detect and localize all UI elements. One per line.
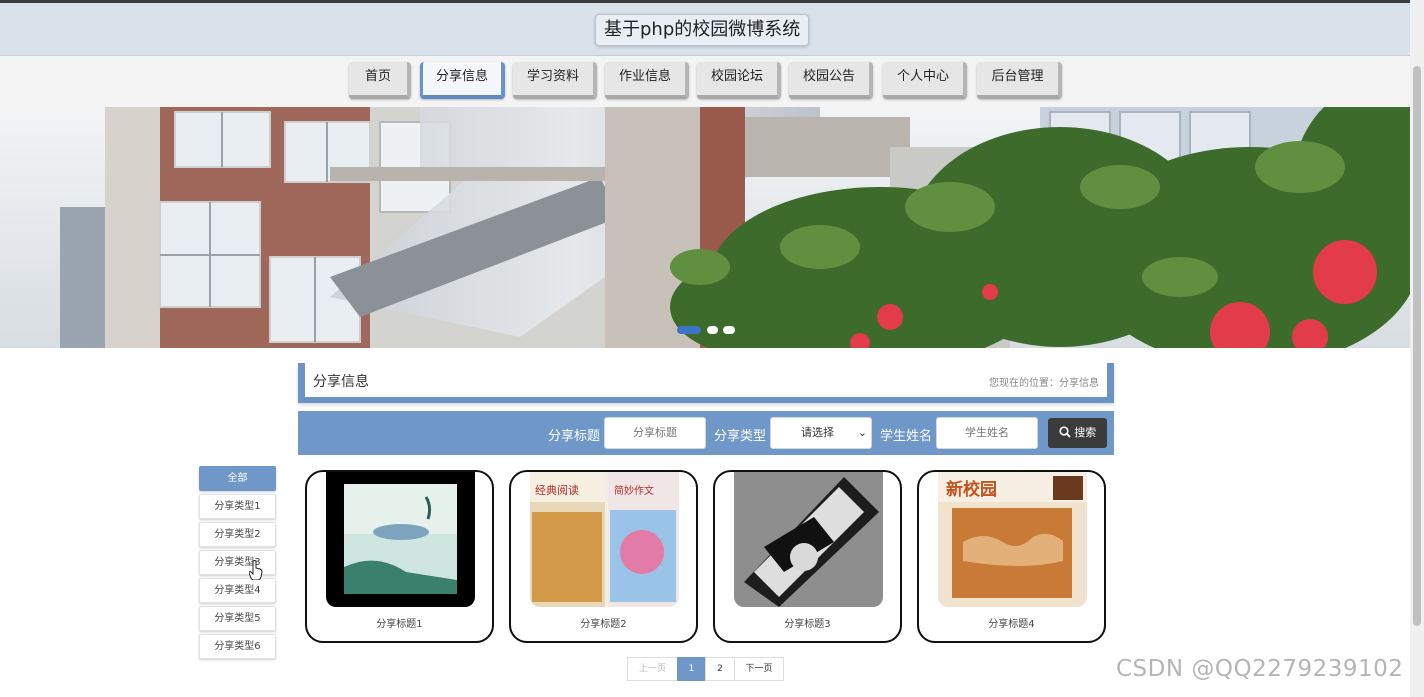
page-scrollbar[interactable] — [1410, 0, 1424, 697]
magazine-cover-3 — [734, 472, 883, 607]
search-button-label: 搜索 — [1074, 426, 1097, 439]
nav-item-study-materials[interactable]: 学习资料 — [513, 62, 597, 99]
carousel-dot-1[interactable] — [677, 326, 701, 334]
nav-item-homework[interactable]: 作业信息 — [605, 62, 689, 99]
main-nav: 首页 分享信息 学习资料 作业信息 校园论坛 校园公告 个人中心 后台管理 — [0, 56, 1410, 107]
share-card-1[interactable]: 分享标题1 — [305, 470, 494, 643]
search-button[interactable]: 搜索 — [1048, 418, 1107, 448]
nav-item-home[interactable]: 首页 — [349, 62, 411, 99]
pagination-page-2[interactable]: 2 — [705, 657, 735, 681]
category-all[interactable]: 全部 — [199, 466, 276, 491]
campus-photo — [0, 107, 1410, 348]
search-icon — [1059, 426, 1071, 438]
nav-item-forum[interactable]: 校园论坛 — [697, 62, 781, 99]
magazine-cover-4: 新校园 — [938, 472, 1087, 607]
share-type-select[interactable]: 请选择 ⌄ — [770, 417, 872, 449]
share-card-caption: 分享标题3 — [784, 619, 831, 630]
carousel-dot-3[interactable] — [723, 326, 735, 334]
nav-item-admin[interactable]: 后台管理 — [977, 62, 1062, 99]
carousel-banner[interactable] — [0, 107, 1410, 348]
category-type-3[interactable]: 分享类型3 — [199, 550, 276, 575]
scrollbar-thumb[interactable] — [1413, 66, 1421, 626]
category-type-6[interactable]: 分享类型6 — [199, 634, 276, 659]
pagination-page-1[interactable]: 1 — [677, 657, 706, 681]
section-title-panel: 分享信息 您现在的位置：分享信息 — [298, 363, 1114, 403]
share-type-selected: 请选择 — [801, 426, 834, 439]
nav-item-share[interactable]: 分享信息 — [420, 62, 505, 99]
category-type-5[interactable]: 分享类型5 — [199, 606, 276, 631]
share-card-2[interactable]: 经典阅读 简妙作文 分享标题2 — [509, 470, 698, 643]
site-title: 基于php的校园微博系统 — [595, 14, 810, 46]
student-name-input[interactable]: 学生姓名 — [936, 417, 1038, 449]
share-card-caption: 分享标题4 — [988, 619, 1035, 630]
share-type-label: 分享类型 — [714, 429, 767, 444]
svg-text:新校园: 新校园 — [946, 479, 997, 500]
pagination-prev[interactable]: 上一页 — [627, 657, 678, 681]
share-card-3[interactable]: 分享标题3 — [713, 470, 902, 643]
watermark: CSDN @QQ2279239102 — [1116, 656, 1404, 682]
nav-item-notices[interactable]: 校园公告 — [789, 62, 873, 99]
share-card-caption: 分享标题1 — [376, 619, 423, 630]
site-header: 基于php的校园微博系统 — [0, 3, 1410, 56]
chevron-down-icon: ⌄ — [857, 426, 867, 439]
svg-text:经典阅读: 经典阅读 — [535, 483, 579, 497]
pagination-next[interactable]: 下一页 — [734, 657, 784, 681]
section-title: 分享信息 — [313, 374, 369, 390]
nav-item-profile[interactable]: 个人中心 — [883, 62, 967, 99]
share-card-4[interactable]: 新校园 分享标题4 — [917, 470, 1106, 643]
hand-cursor-icon — [249, 560, 263, 580]
category-type-2[interactable]: 分享类型2 — [199, 522, 276, 547]
magazine-cover-1 — [326, 472, 475, 607]
search-bar: 分享标题 分享标题 分享类型 请选择 ⌄ 学生姓名 学生姓名 搜索 — [298, 411, 1114, 455]
share-card-caption: 分享标题2 — [580, 619, 627, 630]
magazine-cover-2: 经典阅读 简妙作文 — [530, 472, 679, 607]
student-name-label: 学生姓名 — [880, 429, 933, 444]
svg-text:简妙作文: 简妙作文 — [614, 484, 654, 497]
share-title-label: 分享标题 — [548, 429, 601, 444]
category-type-1[interactable]: 分享类型1 — [199, 494, 276, 519]
category-type-4[interactable]: 分享类型4 — [199, 578, 276, 603]
carousel-dot-2[interactable] — [707, 326, 718, 334]
share-title-input[interactable]: 分享标题 — [604, 417, 706, 449]
breadcrumb: 您现在的位置：分享信息 — [989, 378, 1099, 389]
